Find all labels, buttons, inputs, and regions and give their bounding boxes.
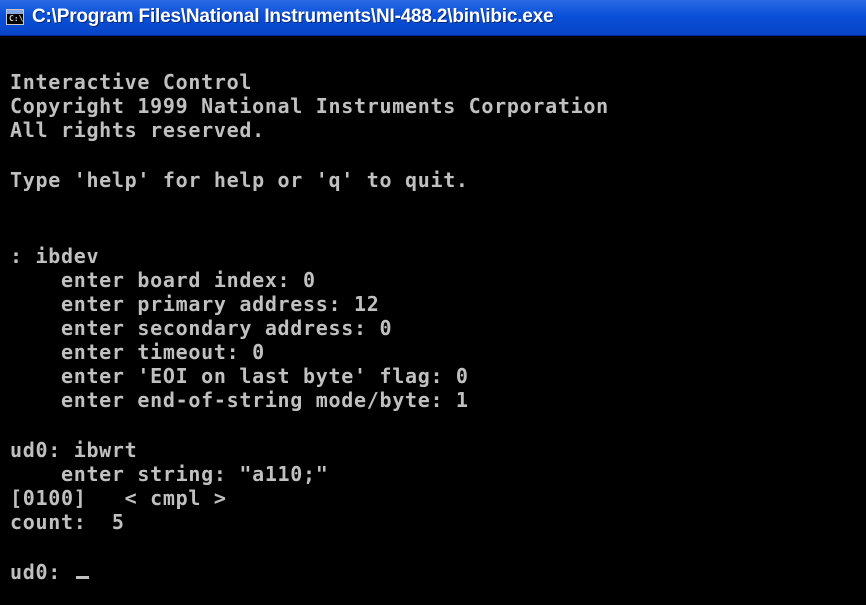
ibdev-prompt-line: enter primary address: 12 xyxy=(10,292,380,316)
console-window: C:\ C:\Program Files\National Instrument… xyxy=(0,0,866,605)
banner-line: Copyright 1999 National Instruments Corp… xyxy=(10,94,609,118)
ibwrt-prompt-line: enter string: "a110;" xyxy=(10,462,329,486)
status-line: [0100] < cmpl > xyxy=(10,486,227,510)
ibdev-command-line: : ibdev xyxy=(10,244,100,268)
current-prompt-line[interactable]: ud0: xyxy=(10,560,860,584)
banner-line: All rights reserved. xyxy=(10,118,265,142)
console-output[interactable]: Interactive Control Copyright 1999 Natio… xyxy=(10,70,860,584)
text-cursor xyxy=(75,576,89,579)
count-line: count: 5 xyxy=(10,510,125,534)
ibdev-prompt-line: enter timeout: 0 xyxy=(10,340,265,364)
ibdev-prompt-line: enter secondary address: 0 xyxy=(10,316,393,340)
current-prompt: ud0: xyxy=(10,560,74,584)
ibdev-prompt-line: enter board index: 0 xyxy=(10,268,316,292)
ibwrt-command-line: ud0: ibwrt xyxy=(10,438,138,462)
icon-prompt-glyph: C:\ xyxy=(9,14,24,23)
window-title: C:\Program Files\National Instruments\NI… xyxy=(32,6,554,27)
ibdev-prompt-line: enter end-of-string mode/byte: 1 xyxy=(10,388,469,412)
title-bar[interactable]: C:\ C:\Program Files\National Instrument… xyxy=(0,0,866,36)
ibdev-prompt-line: enter 'EOI on last byte' flag: 0 xyxy=(10,364,469,388)
console-window-icon[interactable]: C:\ xyxy=(6,9,24,25)
help-hint-line: Type 'help' for help or 'q' to quit. xyxy=(10,168,469,192)
banner-line: Interactive Control xyxy=(10,70,253,94)
